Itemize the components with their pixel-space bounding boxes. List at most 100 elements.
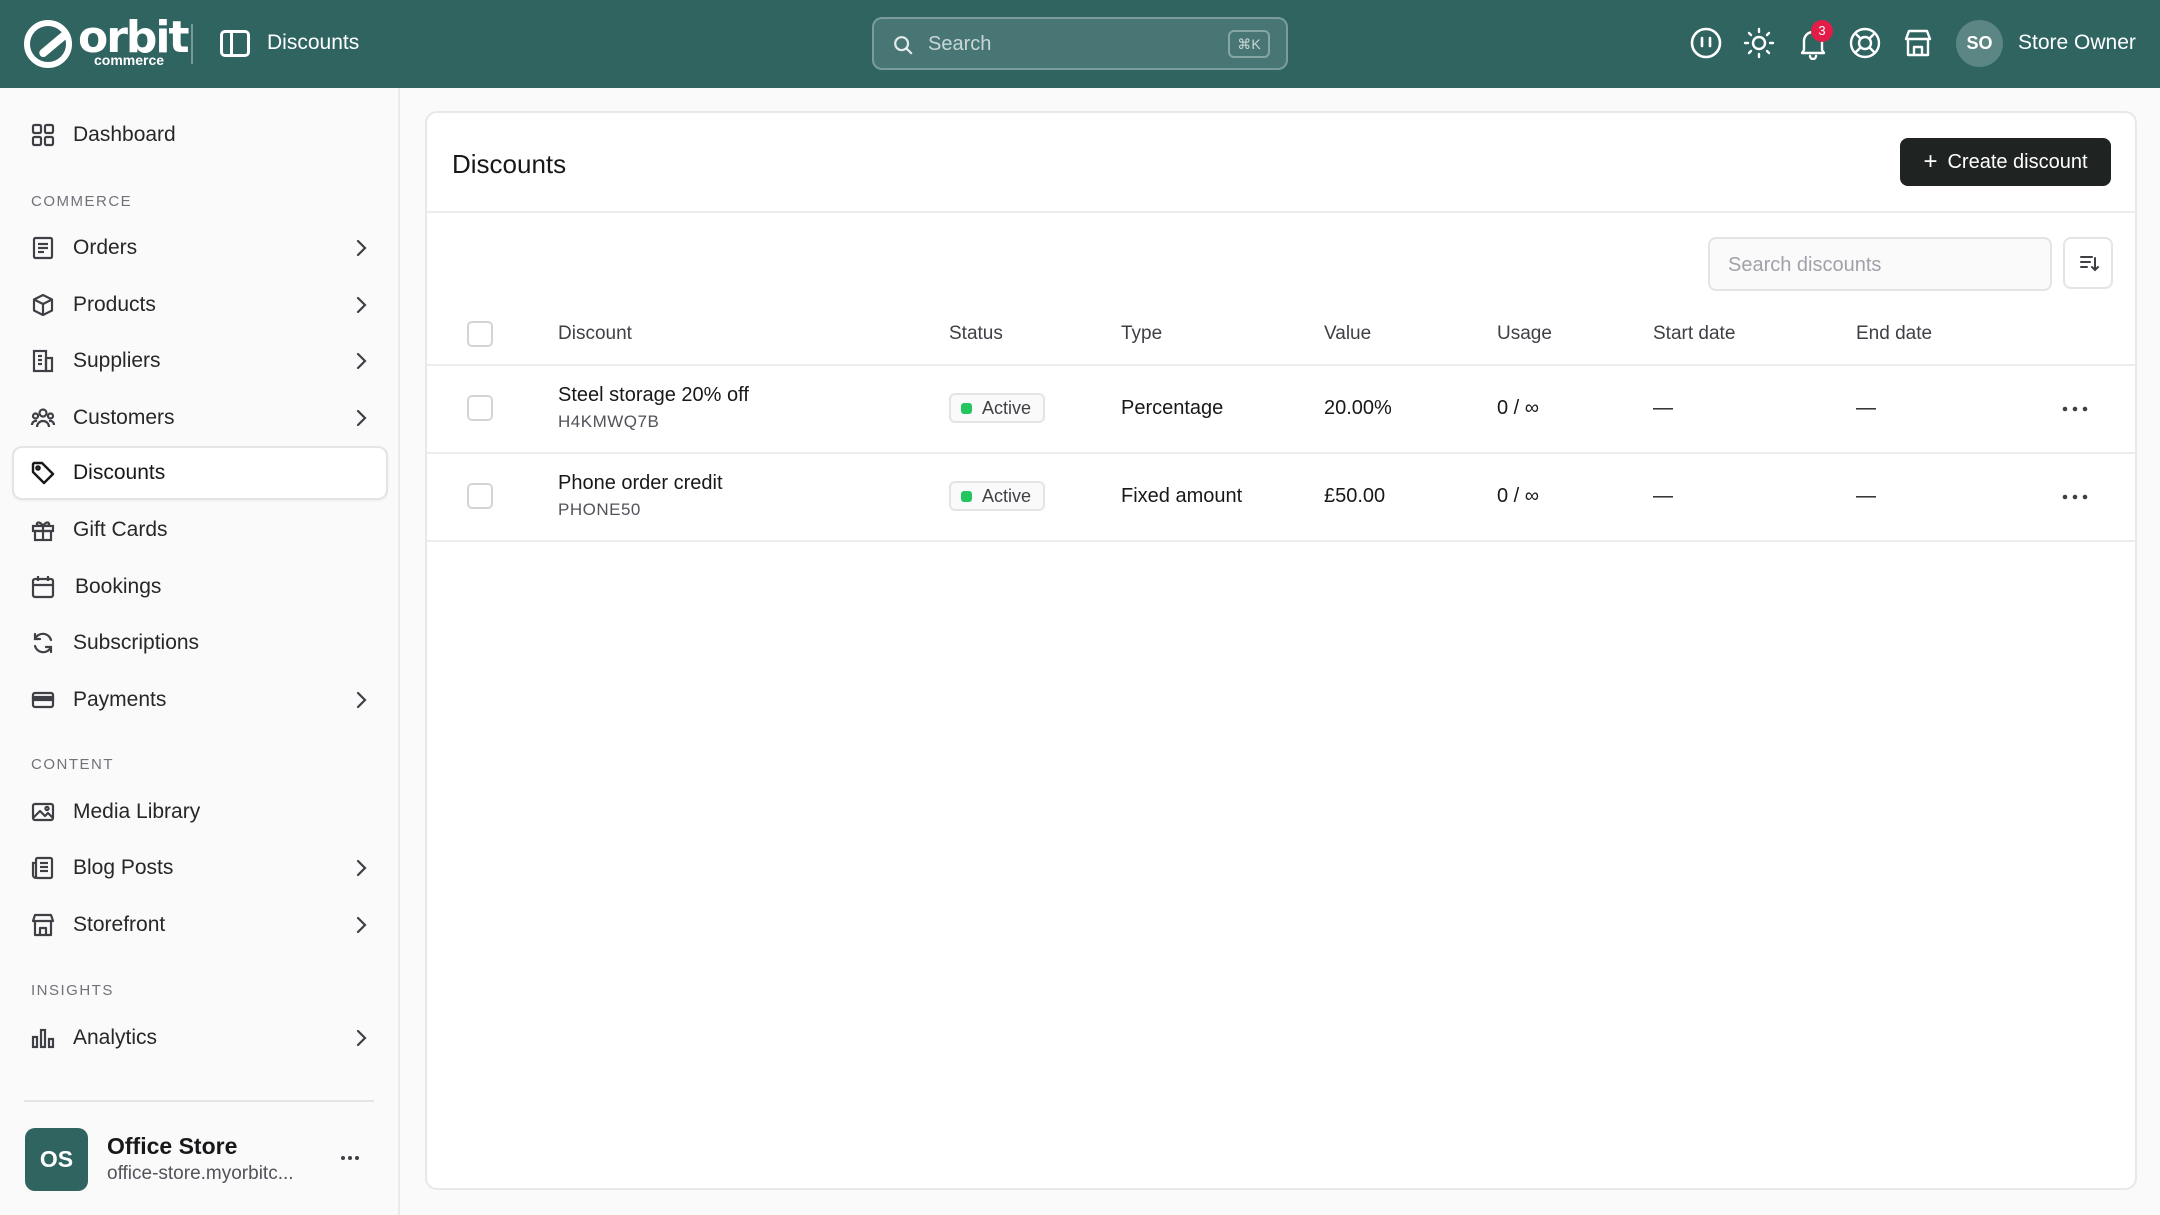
notification-badge: 3: [1811, 20, 1833, 42]
chevron-right-icon: [356, 296, 367, 314]
discount-tag-icon: [31, 461, 55, 485]
sidebar-item-suppliers[interactable]: Suppliers: [12, 334, 388, 388]
brand-sub: commerce: [94, 52, 165, 68]
sidebar: Dashboard COMMERCE Orders Products Suppl…: [0, 88, 400, 1215]
theme-sun-icon[interactable]: [1742, 26, 1776, 60]
sidebar-item-payments[interactable]: Payments: [12, 673, 388, 727]
sidebar-toggle-icon[interactable]: [220, 30, 250, 57]
orbit-logo[interactable]: orbit commerce: [24, 12, 190, 74]
discount-value: £50.00: [1324, 485, 1386, 507]
orbit-logo-mark: [24, 20, 72, 68]
row-checkbox[interactable]: [467, 483, 493, 509]
row-actions-icon[interactable]: [2061, 492, 2089, 502]
store-url: office-store.myorbitc...: [107, 1163, 294, 1184]
sidebar-item-blog-posts[interactable]: Blog Posts: [12, 841, 388, 895]
newspaper-icon: [31, 856, 54, 880]
card-title: Discounts: [452, 149, 567, 179]
sidebar-item-products[interactable]: Products: [12, 278, 388, 332]
discount-name[interactable]: Phone order credit: [558, 472, 723, 495]
discount-end-date: —: [1856, 485, 1876, 507]
sidebar-item-discounts[interactable]: Discounts: [12, 446, 388, 500]
sidebar-item-label: Payments: [73, 688, 167, 711]
chevron-right-icon: [356, 239, 367, 257]
chevron-right-icon: [356, 859, 367, 877]
select-all-checkbox[interactable]: [467, 321, 493, 347]
calendar-icon: [31, 576, 55, 599]
sidebar-item-analytics[interactable]: Analytics: [12, 1011, 388, 1065]
sidebar-item-subscriptions[interactable]: Subscriptions: [12, 616, 388, 670]
column-header-usage[interactable]: Usage: [1497, 323, 1552, 345]
discount-code: PHONE50: [558, 500, 641, 519]
sidebar-item-label: Discounts: [73, 461, 166, 484]
sidebar-item-label: Storefront: [73, 913, 166, 936]
sort-icon: [2080, 256, 2099, 272]
user-name[interactable]: Store Owner: [2018, 31, 2136, 55]
orders-receipt-icon: [32, 236, 54, 260]
sidebar-item-label: Subscriptions: [73, 631, 200, 654]
search-icon: [894, 36, 913, 55]
sidebar-item-gift-cards[interactable]: Gift Cards: [12, 503, 388, 557]
discount-usage: 0 / ∞: [1497, 397, 1540, 419]
column-header-type[interactable]: Type: [1121, 323, 1162, 345]
status-dot: [961, 490, 972, 502]
sidebar-footer-divider: [24, 1100, 374, 1102]
discount-start-date: —: [1653, 397, 1673, 419]
status-badge: Active: [949, 393, 1046, 423]
credit-card-icon: [31, 691, 55, 709]
plus-icon: +: [1923, 148, 1938, 175]
column-header-value[interactable]: Value: [1324, 323, 1371, 345]
storefront-icon[interactable]: [1901, 26, 1935, 60]
sidebar-item-label: Blog Posts: [73, 856, 174, 879]
sidebar-item-bookings[interactable]: Bookings: [12, 560, 388, 614]
create-discount-button[interactable]: + Create discount: [1900, 138, 2111, 186]
column-header-start-date[interactable]: Start date: [1653, 323, 1735, 345]
section-label-content: CONTENT: [31, 756, 114, 773]
topbar-divider: [191, 24, 193, 64]
more-horizontal-icon[interactable]: [339, 1147, 361, 1169]
sidebar-item-label: Orders: [73, 236, 138, 259]
sidebar-item-label: Media Library: [73, 800, 201, 823]
top-bar: orbit commerce Discounts Search ⌘K 3 SO …: [0, 0, 2160, 88]
chevron-right-icon: [356, 409, 367, 427]
row-checkbox[interactable]: [467, 395, 493, 421]
discount-code: H4KMWQ7B: [558, 412, 660, 431]
ai-assistant-icon[interactable]: [1689, 26, 1723, 60]
gift-icon: [31, 521, 55, 542]
sidebar-item-orders[interactable]: Orders: [12, 221, 388, 275]
card-header-divider: [427, 211, 2135, 213]
page-title: Discounts: [267, 31, 360, 54]
suppliers-building-icon: [32, 349, 54, 373]
sidebar-item-dashboard[interactable]: Dashboard: [12, 108, 388, 162]
table-header-divider: [427, 364, 2135, 366]
store-avatar[interactable]: OS: [25, 1128, 88, 1191]
user-avatar[interactable]: SO: [1956, 20, 2003, 67]
sidebar-item-storefront[interactable]: Storefront: [12, 898, 388, 952]
status-label: Active: [982, 485, 1032, 506]
sidebar-item-media-library[interactable]: Media Library: [12, 785, 388, 839]
help-lifebuoy-icon[interactable]: [1848, 26, 1882, 60]
search-shortcut: ⌘K: [1228, 30, 1270, 58]
discounts-card: Discounts + Create discount Search disco…: [425, 111, 2137, 1190]
row-actions-icon[interactable]: [2061, 404, 2089, 414]
sidebar-item-customers[interactable]: Customers: [12, 391, 388, 445]
status-badge: Active: [949, 481, 1046, 511]
search-discounts-input[interactable]: Search discounts: [1708, 237, 2052, 291]
section-label-commerce: COMMERCE: [31, 193, 133, 210]
discount-value: 20.00%: [1324, 397, 1392, 419]
global-search-input[interactable]: Search ⌘K: [872, 17, 1288, 70]
section-label-insights: INSIGHTS: [31, 982, 114, 999]
store-name[interactable]: Office Store: [107, 1133, 237, 1160]
discount-end-date: —: [1856, 397, 1876, 419]
products-box-icon: [32, 293, 54, 317]
refresh-icon: [33, 632, 53, 654]
column-header-end-date[interactable]: End date: [1856, 323, 1932, 345]
status-dot: [961, 402, 972, 414]
discount-usage: 0 / ∞: [1497, 485, 1540, 507]
storefront-icon: [31, 913, 55, 937]
sort-button[interactable]: [2063, 237, 2113, 289]
sidebar-item-label: Analytics: [73, 1026, 158, 1049]
status-label: Active: [982, 397, 1032, 418]
discount-name[interactable]: Steel storage 20% off: [558, 384, 749, 407]
column-header-discount[interactable]: Discount: [558, 323, 632, 345]
column-header-status[interactable]: Status: [949, 323, 1003, 345]
